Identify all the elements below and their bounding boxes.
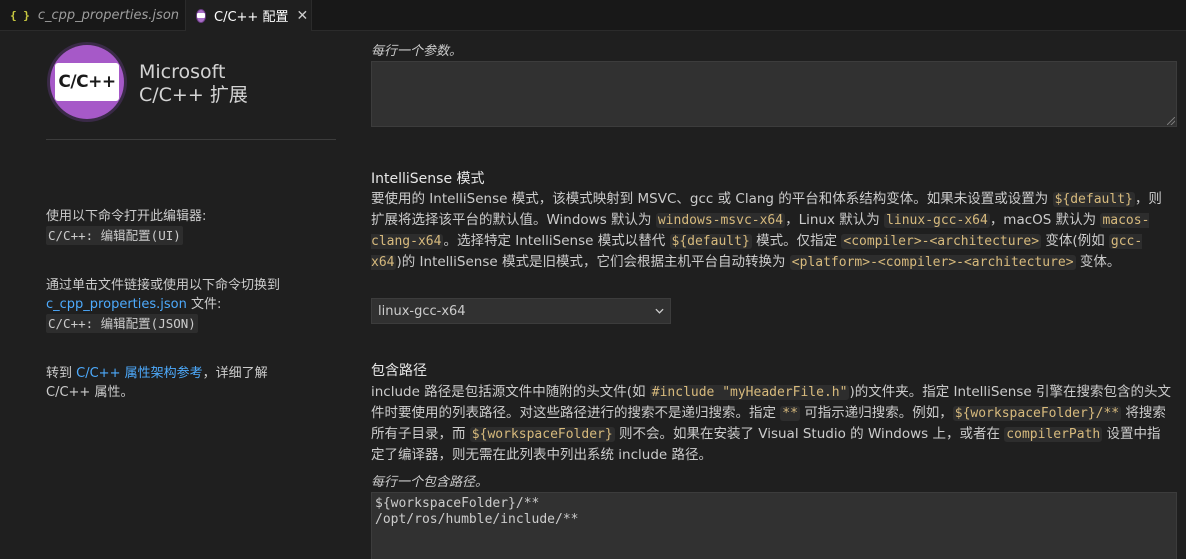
switch-json-info: 通过单击文件链接或使用以下命令切换到 c_cpp_properties.json…	[46, 276, 316, 334]
schema-reference-info: 转到 C/C++ 属性架构参考，详细了解 C/C++ 属性。	[46, 364, 316, 402]
code-linux-gcc: linux-gcc-x64	[884, 213, 990, 228]
cpp-logo: C/C++	[50, 45, 124, 119]
desc-text: )的 IntelliSense 模式是旧模式，它们会根据主机平台自动转换为	[396, 254, 790, 270]
open-editor-info: 使用以下命令打开此编辑器: C/C++: 编辑配置(UI)	[46, 207, 316, 246]
extension-title: Microsoft C/C++ 扩展	[139, 61, 248, 107]
args-hint: 每行一个参数。	[371, 44, 463, 59]
compiler-args-textarea[interactable]	[371, 61, 1177, 127]
json-file-link[interactable]: c_cpp_properties.json	[46, 297, 187, 312]
desc-text: 可指示递归搜索。例如，	[799, 405, 953, 421]
chevron-down-icon	[655, 308, 664, 314]
code-recursive: **	[780, 406, 800, 421]
sidebar-divider	[46, 139, 336, 140]
switch-text: 通过单击文件链接或使用以下命令切换到	[46, 278, 281, 293]
tab-c-cpp-properties-json[interactable]: { } c_cpp_properties.json	[0, 0, 186, 30]
code-compiler-architecture: <compiler>-<architecture>	[841, 234, 1042, 249]
switch-text-suffix: 文件:	[186, 297, 222, 312]
selected-value: linux-gcc-x64	[378, 303, 466, 319]
close-icon[interactable]: ✕	[296, 8, 308, 24]
code-default: ${default}	[669, 234, 752, 249]
desc-text: 要使用的 IntelliSense 模式，该模式映射到 MSVC、gcc 或 C…	[371, 191, 1053, 207]
resize-grip-icon[interactable]	[1167, 117, 1175, 125]
code-workspace-folder: ${workspaceFolder}	[469, 427, 615, 442]
switch-json-command: C/C++: 编辑配置(JSON)	[46, 314, 198, 333]
code-compiler-path: compilerPath	[1004, 427, 1103, 442]
desc-text: 则不会。如果在安装了 Visual Studio 的 Windows 上，或者在	[614, 426, 1005, 442]
desc-text: ，macOS 默认为	[989, 212, 1101, 228]
brand-line1: Microsoft	[139, 61, 226, 83]
open-editor-command: C/C++: 编辑配置(UI)	[46, 226, 183, 245]
include-path-description: include 路径是包括源文件中随附的头文件(如 #include "myHe…	[371, 382, 1171, 465]
intellisense-mode-select[interactable]: linux-gcc-x64	[371, 298, 671, 324]
desc-text: ，Linux 默认为	[785, 212, 885, 228]
ref-text: 转到	[46, 366, 77, 381]
code-platform-compiler-architecture: <platform>-<compiler>-<architecture>	[789, 255, 1076, 270]
brand-line2: C/C++ 扩展	[139, 84, 248, 106]
json-icon: { }	[10, 8, 30, 22]
include-path-line: /opt/ros/humble/include/**	[375, 512, 579, 527]
desc-text: 。选择特定 IntelliSense 模式以替代	[443, 233, 670, 249]
tab-label: C/C++ 配置	[214, 10, 289, 25]
desc-text: include 路径是包括源文件中随附的头文件(如	[371, 384, 650, 400]
open-editor-text: 使用以下命令打开此编辑器:	[46, 209, 207, 224]
include-path-line: ${workspaceFolder}/**	[375, 496, 540, 511]
tab-label: c_cpp_properties.json	[37, 7, 180, 23]
intellisense-mode-heading: IntelliSense 模式	[371, 171, 485, 187]
desc-text: 变体。	[1075, 254, 1121, 270]
include-path-textarea[interactable]: ${workspaceFolder}/**/opt/ros/humble/inc…	[371, 492, 1177, 559]
schema-reference-link[interactable]: C/C++ 属性架构参考	[76, 366, 202, 381]
desc-text: 变体(例如	[1041, 233, 1109, 249]
tab-cpp-configuration[interactable]: C/C++ 配置 ✕	[186, 0, 312, 31]
intellisense-mode-description: 要使用的 IntelliSense 模式，该模式映射到 MSVC、gcc 或 C…	[371, 189, 1171, 273]
code-default: ${default}	[1052, 192, 1135, 207]
editor-tab-bar: { } c_cpp_properties.json C/C++ 配置 ✕	[0, 0, 1186, 31]
code-include-example: #include "myHeaderFile.h"	[649, 385, 850, 400]
desc-text: 模式。仅指定	[751, 233, 842, 249]
logo-text: C/C++	[55, 63, 119, 101]
include-path-heading: 包含路径	[371, 363, 427, 379]
code-windows-msvc: windows-msvc-x64	[655, 213, 786, 228]
code-workspace-recursive: ${workspaceFolder}/**	[952, 406, 1122, 421]
cpp-icon	[196, 8, 206, 23]
include-path-hint: 每行一个包含路径。	[371, 475, 489, 490]
